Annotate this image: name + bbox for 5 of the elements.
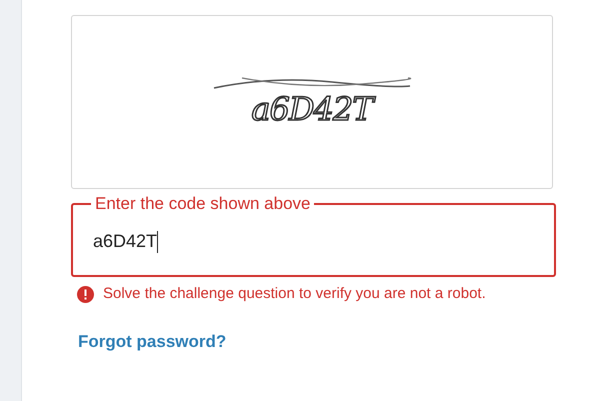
- error-message: Solve the challenge question to verify you are not a robot.: [103, 284, 487, 304]
- forgot-password-link[interactable]: Forgot password?: [78, 329, 226, 354]
- field-value: a6D42T: [93, 230, 158, 253]
- field-label: Enter the code shown above: [94, 193, 312, 215]
- error-icon: [77, 286, 94, 303]
